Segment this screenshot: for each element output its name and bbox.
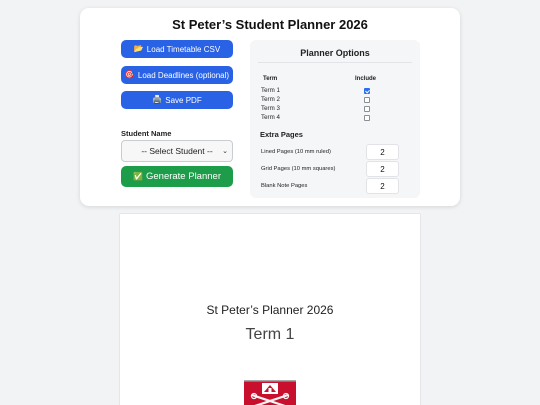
load-timetable-label: Load Timetable CSV [146, 44, 221, 54]
student-select[interactable]: -- Select Student -- ⌄ [121, 140, 233, 162]
term-4-label: Term 4 [261, 114, 280, 121]
preview-term: Term 1 [245, 326, 295, 343]
planner-options-title: Planner Options [300, 48, 370, 58]
target-icon: 🎯 [124, 70, 135, 79]
load-deadlines-label: Load Deadlines (optional) [137, 70, 230, 80]
generate-planner-button[interactable]: ✅ Generate Planner [121, 166, 233, 187]
printer-icon: 🖨️ [152, 95, 163, 104]
save-pdf-button[interactable]: 🖨️ Save PDF [121, 91, 233, 109]
planner-options-panel: Planner Options Term Include Term 1 Term… [250, 40, 420, 198]
lined-pages-input[interactable]: 2 [366, 144, 399, 160]
save-pdf-label: Save PDF [165, 95, 202, 105]
include-column-header: Include [355, 76, 377, 82]
term-2-label: Term 2 [261, 96, 280, 103]
term-column-header: Term [263, 76, 278, 82]
generate-planner-label: Generate Planner [145, 171, 221, 182]
student-name-label: Student Name [121, 129, 172, 138]
term-1-label: Term 1 [261, 87, 280, 94]
student-select-value: -- Select Student -- [141, 146, 213, 156]
blank-pages-label: Blank Note Pages [261, 183, 308, 189]
load-deadlines-button[interactable]: 🎯 Load Deadlines (optional) [121, 66, 233, 84]
chevron-down-icon: ⌄ [222, 148, 228, 155]
preview-title: St Peter’s Planner 2026 [206, 303, 334, 317]
term-2-checkbox[interactable] [364, 97, 370, 103]
term-3-checkbox[interactable] [364, 106, 370, 112]
check-icon: ✅ [133, 171, 143, 181]
term-4-checkbox[interactable] [364, 115, 370, 121]
planner-controls-card: St Peter’s Student Planner 2026 📂 Load T… [80, 8, 460, 206]
term-3-label: Term 3 [261, 105, 280, 112]
lined-pages-label: Lined Pages (10 mm ruled) [261, 149, 331, 155]
grid-pages-label: Grid Pages (10 mm squares) [261, 166, 336, 172]
folder-icon: 📂 [133, 44, 144, 53]
school-crest-icon [244, 380, 296, 405]
options-divider [258, 62, 412, 63]
planner-preview-page: St Peter’s Planner 2026 Term 1 [119, 213, 421, 405]
app-title: St Peter’s Student Planner 2026 [172, 17, 368, 32]
load-timetable-button[interactable]: 📂 Load Timetable CSV [121, 40, 233, 58]
extra-pages-title: Extra Pages [260, 130, 303, 139]
term-1-checkbox[interactable] [364, 88, 370, 94]
grid-pages-input[interactable]: 2 [366, 161, 399, 177]
blank-pages-input[interactable]: 2 [366, 178, 399, 194]
